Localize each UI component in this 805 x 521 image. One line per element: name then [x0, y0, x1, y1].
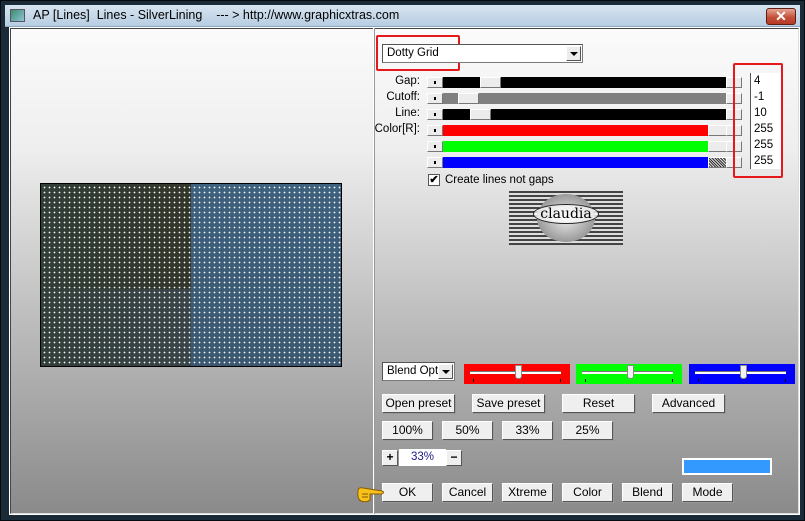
create-lines-label: Create lines not gaps: [445, 174, 554, 186]
slider-tick: [560, 379, 561, 382]
scroll-left-button[interactable]: [427, 125, 443, 136]
chevron-down-icon[interactable]: [438, 364, 453, 379]
zoom-100-button[interactable]: 100%: [382, 421, 433, 440]
blend-options-value: Blend Optio: [387, 365, 439, 377]
scroll-left-button[interactable]: [427, 93, 443, 104]
parameter-slider[interactable]: [427, 77, 742, 88]
zoom-in-button[interactable]: +: [382, 450, 398, 466]
slider-tick: [473, 379, 474, 382]
plugin-window: AP [Lines] Lines - SilverLining --- > ht…: [0, 0, 805, 521]
slider-track[interactable]: [443, 93, 726, 104]
blend-slider-green[interactable]: [576, 364, 682, 384]
slider-track[interactable]: [443, 141, 709, 152]
zoom-25-button[interactable]: 25%: [562, 421, 613, 440]
parameter-slider[interactable]: [427, 93, 742, 104]
author-logo: claudia: [509, 191, 623, 245]
slider-knob[interactable]: [740, 365, 748, 379]
slider-thumb[interactable]: [470, 109, 491, 120]
parameter-slider[interactable]: [427, 125, 742, 136]
control-label: Color[R]:: [374, 123, 420, 135]
parameter-slider[interactable]: [427, 109, 742, 120]
zoom-33-button[interactable]: 33%: [502, 421, 553, 440]
window-title: AP [Lines] Lines - SilverLining --- > ht…: [33, 8, 400, 22]
close-button[interactable]: ✕: [766, 8, 796, 25]
create-lines-checkbox[interactable]: ✔: [428, 174, 440, 186]
color-swatch[interactable]: [682, 458, 772, 475]
logo-text: claudia: [533, 204, 599, 224]
zoom-out-button[interactable]: −: [446, 450, 462, 466]
color-button[interactable]: Color: [562, 483, 613, 502]
slider-tick: [785, 379, 786, 382]
slider-thumb[interactable]: [480, 77, 501, 88]
blend-slider-blue[interactable]: [689, 364, 795, 384]
cancel-button[interactable]: Cancel: [442, 483, 493, 502]
zoom-50-button[interactable]: 50%: [442, 421, 493, 440]
preview-image[interactable]: [40, 183, 342, 367]
slider-thumb[interactable]: [458, 93, 479, 104]
pointing-hand-icon: [357, 487, 384, 503]
slider-track[interactable]: [443, 125, 709, 136]
chevron-down-icon[interactable]: [566, 46, 581, 61]
save-preset-button[interactable]: Save preset: [472, 394, 545, 413]
highlight-values: [733, 63, 783, 178]
blend-options-select[interactable]: Blend Optio: [382, 362, 455, 381]
preset-select[interactable]: Dotty Grid: [382, 44, 583, 63]
xtreme-button[interactable]: Xtreme: [502, 483, 553, 502]
advanced-button[interactable]: Advanced: [652, 394, 725, 413]
scroll-left-button[interactable]: [427, 77, 443, 88]
control-label: Line:: [395, 107, 420, 119]
slider-tick: [585, 379, 586, 382]
slider-knob[interactable]: [515, 365, 523, 379]
ok-button[interactable]: OK: [382, 483, 433, 502]
control-label: Cutoff:: [386, 91, 420, 103]
scroll-left-button[interactable]: [427, 141, 443, 152]
open-preset-button[interactable]: Open preset: [382, 394, 455, 413]
scroll-left-button[interactable]: [427, 109, 443, 120]
preview-dot-grid: [41, 184, 341, 366]
parameter-slider[interactable]: [427, 141, 742, 152]
blend-button[interactable]: Blend: [622, 483, 673, 502]
title-bar[interactable]: AP [Lines] Lines - SilverLining --- > ht…: [5, 5, 800, 27]
reset-button[interactable]: Reset: [562, 394, 635, 413]
blend-slider-red[interactable]: [464, 364, 570, 384]
slider-track[interactable]: [443, 157, 709, 168]
slider-tick: [698, 379, 699, 382]
zoom-level-field[interactable]: 33%: [399, 449, 446, 466]
control-label: Gap:: [395, 75, 420, 87]
check-icon: ✔: [429, 174, 439, 186]
parameter-slider[interactable]: [427, 157, 742, 168]
mode-button[interactable]: Mode: [682, 483, 733, 502]
slider-knob[interactable]: [627, 365, 635, 379]
slider-tick: [672, 379, 673, 382]
preset-select-value: Dotty Grid: [387, 47, 439, 59]
scroll-left-button[interactable]: [427, 157, 443, 168]
app-icon: [10, 9, 25, 22]
